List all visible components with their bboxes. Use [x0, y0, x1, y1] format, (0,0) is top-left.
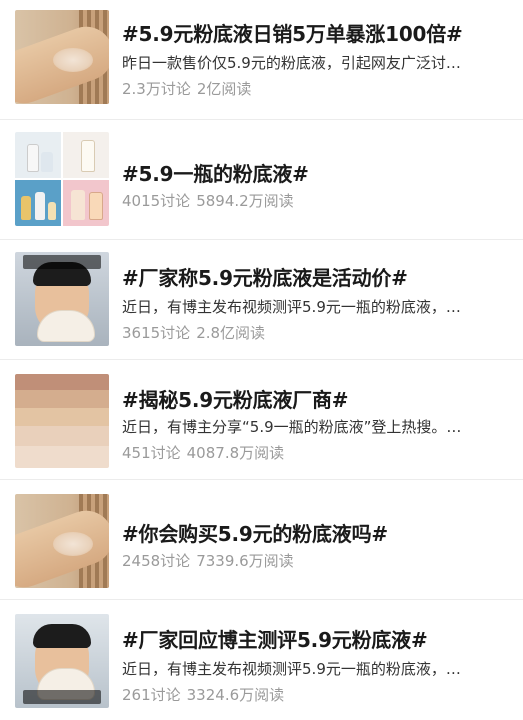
arm-swatch-thumbnail — [15, 494, 109, 588]
discussion-count: 261讨论 — [122, 686, 181, 704]
topic-description: 近日，有博主发布视频测评5.9元一瓶的粉底液，… — [122, 660, 461, 678]
topic-title: #揭秘5.9元粉底液厂商# — [122, 388, 349, 412]
topic-title: #厂家称5.9元粉底液是活动价# — [122, 266, 408, 290]
topic-title: #5.9元粉底液日销5万单暴涨100倍# — [122, 22, 463, 46]
blogger-face-thumbnail — [15, 614, 109, 708]
discussion-count: 4015讨论 — [122, 192, 191, 210]
topic-stats: 3615讨论 2.8亿阅读 — [122, 322, 271, 343]
topic-item[interactable]: #揭秘5.9元粉底液厂商# 近日，有博主分享“5.9一瓶的粉底液”登上热搜。… … — [0, 360, 523, 480]
topic-item[interactable]: #厂家回应博主测评5.9元粉底液# 近日，有博主发布视频测评5.9元一瓶的粉底液… — [0, 600, 523, 720]
color-swatches-thumbnail — [15, 374, 109, 468]
read-count: 2.8亿阅读 — [196, 324, 266, 342]
topic-title: #你会购买5.9元的粉底液吗# — [122, 522, 388, 546]
read-count: 2亿阅读 — [196, 80, 252, 98]
topic-description: 近日，有博主发布视频测评5.9元一瓶的粉底液，… — [122, 298, 461, 316]
blogger-face-thumbnail — [15, 252, 109, 346]
discussion-count: 451讨论 — [122, 444, 181, 462]
read-count: 7339.6万阅读 — [196, 552, 294, 570]
read-count: 5894.2万阅读 — [196, 192, 294, 210]
topic-title: #5.9一瓶的粉底液# — [122, 162, 309, 186]
read-count: 4087.8万阅读 — [186, 444, 285, 462]
discussion-count: 3615讨论 — [122, 324, 191, 342]
topic-item[interactable]: #厂家称5.9元粉底液是活动价# 近日，有博主发布视频测评5.9元一瓶的粉底液，… — [0, 240, 523, 360]
topic-title: #厂家回应博主测评5.9元粉底液# — [122, 628, 428, 652]
topic-stats: 4015讨论 5894.2万阅读 — [122, 190, 300, 211]
topic-stats: 451讨论 4087.8万阅读 — [122, 442, 290, 463]
topic-description: 近日，有博主分享“5.9一瓶的粉底液”登上热搜。… — [122, 418, 462, 436]
topic-stats: 261讨论 3324.6万阅读 — [122, 684, 290, 705]
topic-item[interactable]: #5.9一瓶的粉底液# 4015讨论 5894.2万阅读 — [0, 120, 523, 240]
arm-swatch-thumbnail — [15, 10, 109, 104]
topic-stats: 2.3万讨论 2亿阅读 — [122, 78, 257, 99]
discussion-count: 2.3万讨论 — [122, 80, 191, 98]
topic-stats: 2458讨论 7339.6万阅读 — [122, 550, 300, 571]
topic-description: 昨日一款售价仅5.9元的粉底液，引起网友广泛讨… — [122, 54, 461, 72]
product-bottles-thumbnail — [15, 132, 109, 226]
discussion-count: 2458讨论 — [122, 552, 191, 570]
topic-item[interactable]: #你会购买5.9元的粉底液吗# 2458讨论 7339.6万阅读 — [0, 480, 523, 600]
read-count: 3324.6万阅读 — [186, 686, 285, 704]
topic-item[interactable]: #5.9元粉底液日销5万单暴涨100倍# 昨日一款售价仅5.9元的粉底液，引起网… — [0, 0, 523, 120]
